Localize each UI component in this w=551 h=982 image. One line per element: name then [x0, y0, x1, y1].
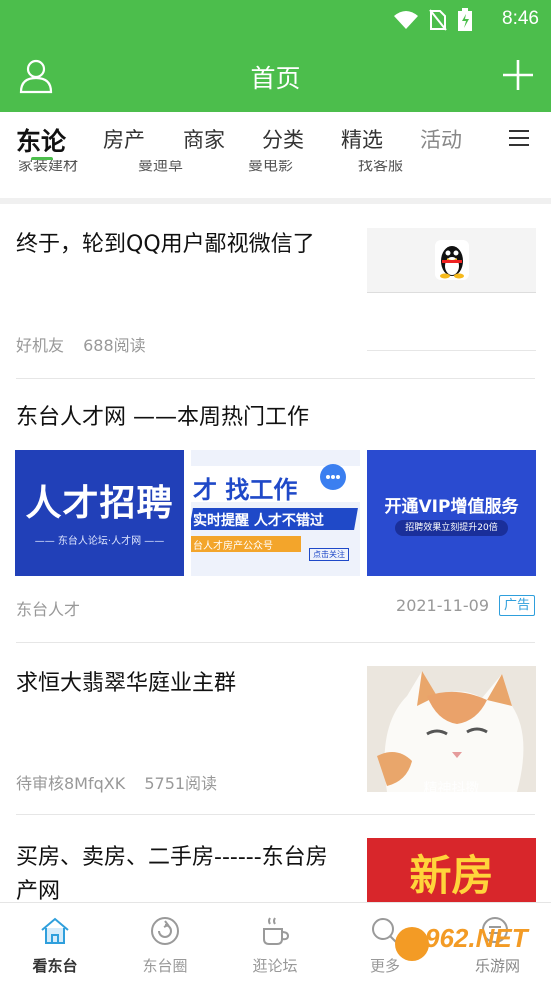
status-bar: 8:46 — [0, 0, 551, 40]
nav-kandongtai[interactable]: 看东台 — [0, 903, 110, 982]
sub-item[interactable]: 找客服 — [358, 160, 403, 175]
follow-button: 点击关注 — [309, 548, 349, 561]
watermark-subtext: 乐游网 — [475, 957, 521, 975]
article-thumbnail — [367, 228, 536, 293]
ad-image-vip[interactable]: 开通VIP增值服务 招聘效果立刻提升20倍 — [367, 450, 536, 576]
ad-image-subtext: —— 东台人论坛·人才网 —— — [34, 536, 165, 547]
article-thumbnail-cat: 精神抖擞 — [367, 666, 536, 792]
article-author: 待审核8MfqXK — [16, 774, 126, 793]
site-watermark: 962.NET 乐游网 — [395, 923, 545, 975]
article-title-line: 产网 — [16, 879, 61, 902]
no-sim-icon — [429, 9, 447, 31]
ad-image-subtext: 招聘效果立刻提升20倍 — [395, 520, 508, 536]
article-reads: 688阅读 — [83, 336, 146, 355]
sub-category-row: 家装建材 曼迪草 曼电影 找客服 — [0, 160, 551, 178]
ad-article-item[interactable]: 东台人才网 ——本周热门工作 人才招聘 —— 东台人论坛·人才网 —— 才 找工… — [0, 379, 551, 642]
status-time: 8:46 — [502, 8, 539, 29]
sub-item[interactable]: 曼迪草 — [138, 160, 183, 175]
watermark-text: 962.NET — [425, 923, 528, 953]
category-tabs: 东论 房产 商家 分类 精选 活动 — [0, 112, 551, 162]
chat-bubble-icon — [320, 464, 346, 490]
page-title: 首页 — [250, 64, 301, 93]
tab-fenlei[interactable]: 分类 — [262, 124, 304, 154]
wifi-icon — [394, 11, 418, 29]
qq-penguin-icon — [435, 240, 469, 280]
article-thumbnail-newhouse: 新房 — [367, 838, 536, 902]
article-item[interactable]: 买房、卖房、二手房------东台房 产网 新房 — [0, 815, 551, 902]
article-meta: 好机友 688阅读 — [16, 332, 146, 356]
image-caption: 精神抖擞 — [423, 781, 480, 792]
article-title: 终于，轮到QQ用户鄙视微信了 — [16, 232, 315, 257]
menu-icon[interactable] — [509, 130, 529, 146]
add-button[interactable] — [501, 58, 535, 92]
article-item[interactable]: 求恒大翡翠华庭业主群 待审核8MfqXK 5751阅读 精神抖擞 — [0, 643, 551, 814]
ad-badge: 广告 — [498, 595, 535, 616]
status-icons — [393, 7, 473, 33]
sub-item[interactable]: 家装建材 — [18, 160, 78, 175]
nav-dongtaiquan[interactable]: 东台圈 — [110, 903, 220, 982]
ad-image-jobs[interactable]: 才 找工作 实时提醒 人才不错过 台人才房产公众号 点击关注 — [191, 450, 360, 576]
nav-label: 看东台 — [32, 957, 78, 975]
ad-image-recruit[interactable]: 人才招聘 —— 东台人论坛·人才网 —— — [15, 450, 184, 576]
ad-image-headline: 开通VIP增值服务 — [384, 497, 519, 517]
ad-image-subtext: 实时提醒 人才不错过 — [193, 513, 324, 529]
coffee-cup-icon — [263, 917, 290, 945]
circle-refresh-icon — [151, 917, 179, 945]
nav-label: 逛论坛 — [252, 957, 298, 975]
article-title: 求恒大翡翠华庭业主群 — [16, 671, 237, 696]
article-title-line: 买房、卖房、二手房------东台房 — [16, 845, 328, 870]
tab-fangchan[interactable]: 房产 — [103, 124, 145, 154]
home-icon — [41, 917, 69, 944]
battery-charging-icon — [458, 8, 472, 31]
tab-jingxuan[interactable]: 精选 — [341, 124, 383, 154]
tab-huodong[interactable]: 活动 — [420, 124, 462, 154]
article-meta: 待审核8MfqXK 5751阅读 — [16, 770, 217, 794]
article-reads: 5751阅读 — [144, 774, 218, 793]
nav-guangluntan[interactable]: 逛论坛 — [220, 903, 330, 982]
app-header: 首页 — [0, 40, 551, 112]
article-author: 东台人才 — [16, 600, 81, 619]
article-title: 买房、卖房、二手房------东台房 产网 — [16, 841, 328, 902]
tab-shangjia[interactable]: 商家 — [183, 124, 225, 154]
article-item[interactable]: 终于，轮到QQ用户鄙视微信了 好机友 688阅读 — [0, 204, 551, 378]
article-author: 好机友 — [16, 336, 65, 355]
ad-image-headline: 人才招聘 — [25, 483, 174, 524]
tab-donglun[interactable]: 东论 — [16, 122, 66, 158]
nav-label: 东台圈 — [142, 957, 188, 975]
article-title: 东台人才网 ——本周热门工作 — [16, 405, 309, 430]
ad-image-headline: 才 找工作 — [193, 476, 298, 504]
plus-icon — [503, 60, 533, 90]
sub-item[interactable]: 曼电影 — [248, 160, 293, 175]
cat-photo — [367, 666, 536, 792]
thumbnail-divider — [367, 350, 536, 351]
image-headline: 新房 — [409, 851, 494, 900]
article-date: 2021-11-09 — [396, 596, 489, 615]
ad-image-caption: 台人才房产公众号 — [193, 541, 273, 552]
